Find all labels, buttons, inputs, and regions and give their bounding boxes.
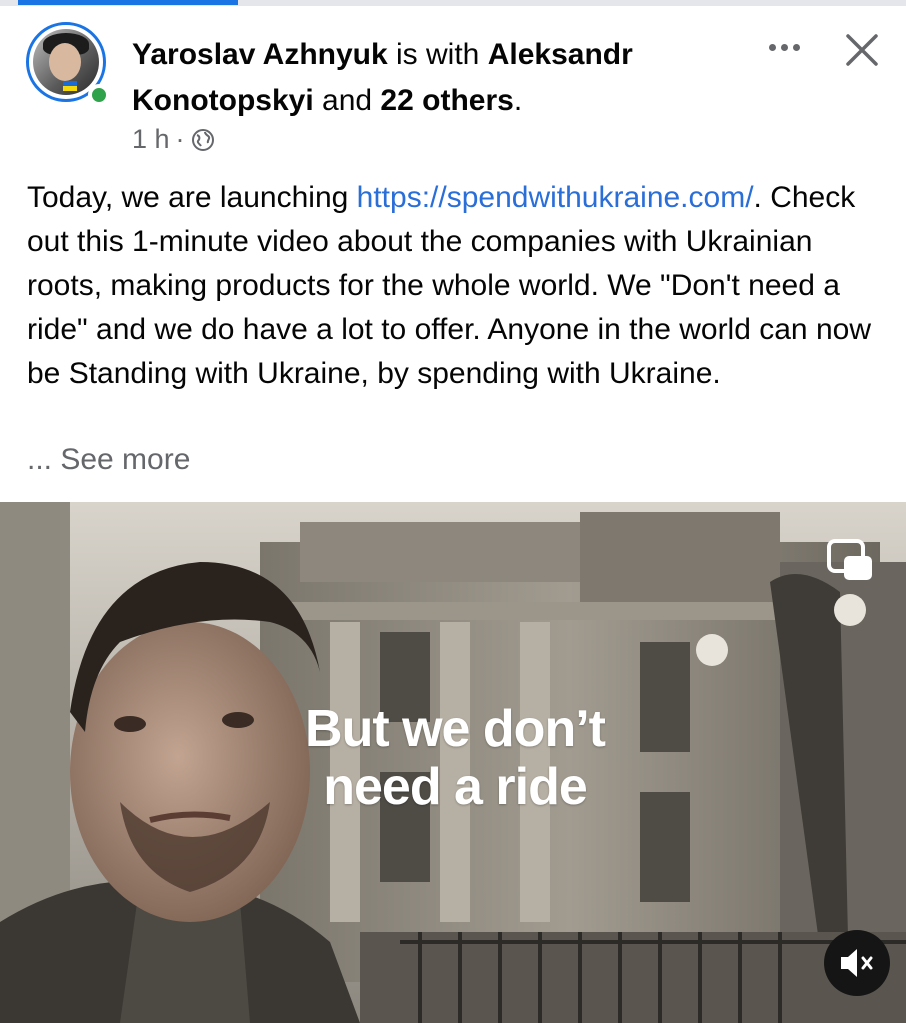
picture-in-picture-icon[interactable] <box>826 538 874 582</box>
post-text: Today, we are launching https://spendwit… <box>27 176 887 396</box>
see-more-link[interactable]: ... See more <box>27 438 190 482</box>
avatar[interactable] <box>26 22 112 108</box>
online-status-dot <box>88 84 110 106</box>
more-options-button[interactable] <box>764 32 804 62</box>
spendwithukraine-link[interactable]: https://spendwithukraine.com/ <box>357 181 754 214</box>
with-text: is with <box>396 38 480 71</box>
speaker-muted-icon <box>841 949 873 977</box>
video-player[interactable]: But we don’t need a ride <box>0 502 906 1023</box>
others-link[interactable]: 22 others <box>380 84 513 117</box>
post-meta: 1 h · <box>132 124 215 155</box>
post-text-intro: Today, we are launching <box>27 181 357 214</box>
post-time[interactable]: 1 h <box>132 124 170 155</box>
caption-line-2: need a ride <box>323 758 588 816</box>
caption-line-1: But we don’t <box>305 700 606 758</box>
close-icon[interactable] <box>840 28 884 72</box>
author-name[interactable]: Yaroslav Azhnyuk <box>132 38 388 71</box>
period: . <box>513 84 523 117</box>
video-caption: But we don’t need a ride <box>240 700 670 816</box>
post-header: Yaroslav Azhnyuk is with Aleksandr Konot… <box>0 6 906 166</box>
mute-toggle-button[interactable] <box>824 930 890 996</box>
active-tab-bar <box>18 0 238 5</box>
more-dots-icon <box>768 43 776 51</box>
meta-separator: · <box>175 124 185 154</box>
globe-icon[interactable] <box>191 128 215 152</box>
post-author-line: Yaroslav Azhnyuk is with Aleksandr Konot… <box>132 32 732 124</box>
ukraine-flag-icon <box>63 81 77 91</box>
profile-photo <box>33 29 99 95</box>
and-text: and <box>322 84 373 117</box>
